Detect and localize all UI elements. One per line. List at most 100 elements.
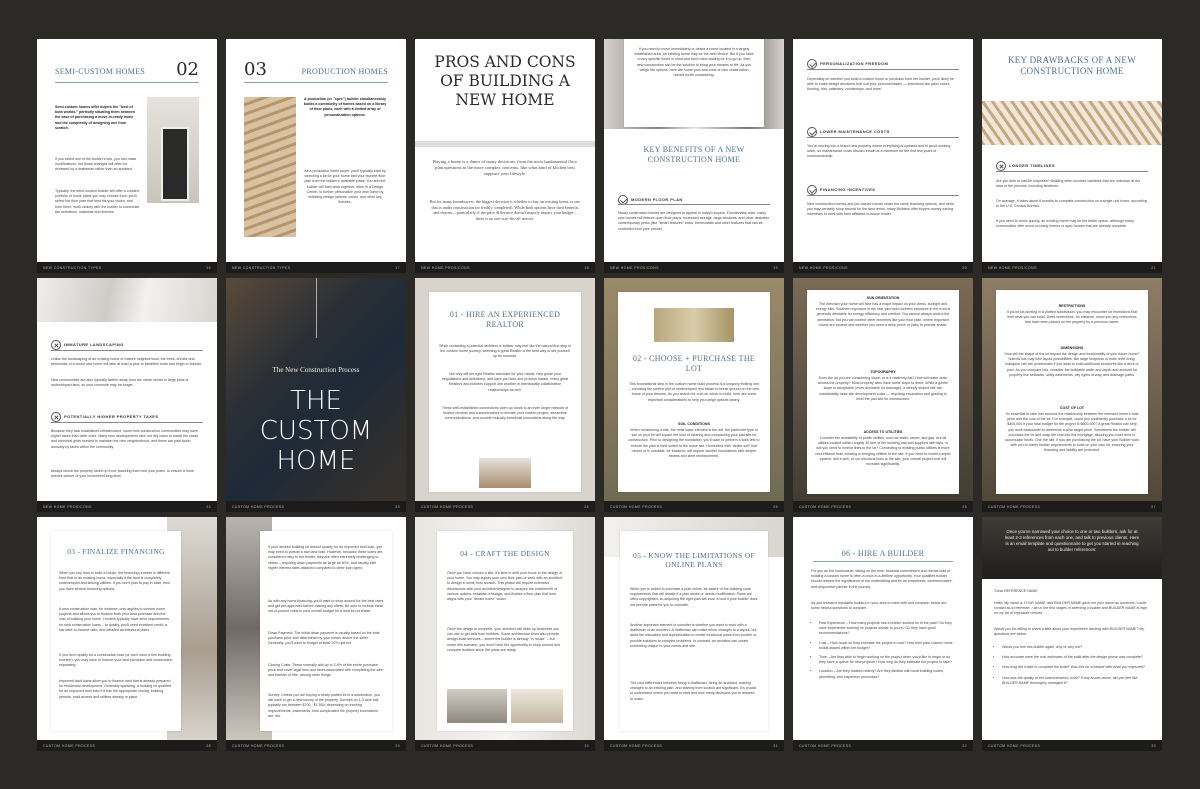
page-production-homes[interactable]: 03 PRODUCTION HOMES A production (or "sp… <box>226 39 406 273</box>
page-footer: CUSTOM HOME PROCESS 25 <box>604 501 784 512</box>
header-photo <box>37 278 217 322</box>
body-text: If you don't qualify for a construction … <box>59 653 173 668</box>
divider <box>807 137 959 138</box>
email-body: Hello! My name is YOUR NAME, and BUILDER… <box>994 601 1148 616</box>
divider <box>807 69 959 70</box>
body-text: Depending on whether you build a custom … <box>807 77 954 92</box>
benefit-heading: LOWER MAINTENANCE COSTS <box>807 123 890 141</box>
page-footer: NEW HOME PROS/CONS 19 <box>604 262 784 273</box>
body-text: If you're lot-hunting in a platted subdi… <box>1006 310 1138 325</box>
body-text: Improved land loans allow you to finance… <box>59 679 172 699</box>
page-footer: NEW HOME PROS/CONS 22 <box>37 501 217 512</box>
page-semi-custom-homes[interactable]: SEMI-CUSTOM HOMES 02 Semi-custom homes o… <box>37 39 217 273</box>
body-text: As a production home buyer, you'll typic… <box>304 169 386 205</box>
body-text: Once you have chosen a site, it's time t… <box>447 571 563 602</box>
page-benefits-cont[interactable]: PERSONALIZATION FREEDOM Depending on whe… <box>793 39 973 273</box>
check-icon <box>807 184 817 195</box>
page-custom-home-cover[interactable]: The New Construction Process THE CUSTOM … <box>226 278 406 512</box>
drawback-heading: IMMATURE LANDSCAPING <box>51 336 124 354</box>
body-text: For you as the homeowner, taking on the … <box>811 569 953 589</box>
page-pros-and-cons[interactable]: PROS AND CONS OF BUILDING A NEW HOME Buy… <box>415 39 595 273</box>
body-text: If you select one of the builder's lots,… <box>55 157 137 172</box>
x-icon <box>996 160 1006 171</box>
body-text: If your desired building lot doesn't qua… <box>268 545 383 570</box>
page-footer: CUSTOM HOME PROCESS 32 <box>793 740 973 751</box>
divider <box>618 204 770 205</box>
page-key-benefits[interactable]: If you need to move immediately or desir… <box>604 39 784 273</box>
page-purchase-lot[interactable]: 02 - CHOOSE + PURCHASE THE LOT This foun… <box>604 278 784 512</box>
body-text: Unlike the landscaping of an existing ho… <box>51 357 203 367</box>
body-text: The direction your home will face has a … <box>815 302 951 327</box>
page-footer: NEW HOME PROS/CONS 18 <box>415 262 595 273</box>
divider <box>244 82 388 83</box>
list-item: Past Experience – How many projects has … <box>819 621 955 637</box>
body-text: Closing Costs: These normally add up to … <box>268 663 384 678</box>
room-photo <box>511 689 563 723</box>
page-drawbacks-cont[interactable]: IMMATURE LANDSCAPING Unlike the landscap… <box>37 278 217 512</box>
content-card: SUN ORIENTATION The direction your home … <box>807 290 959 494</box>
page-footer: CUSTOM HOME PROCESS 26 <box>793 501 973 512</box>
cover-title: THE CUSTOM HOME <box>259 386 373 476</box>
sub-heading: RESTRICTIONS <box>1058 304 1086 308</box>
body-text: Not only will the right Realtor advocate… <box>441 372 569 392</box>
page-title: PRODUCTION HOMES <box>301 67 388 76</box>
page-footer: CUSTOM HOME PROCESS 27 <box>982 501 1162 512</box>
divider <box>996 171 1148 172</box>
page-footer: CUSTOM HOME PROCESS 33 <box>982 740 1162 751</box>
list-item: How long did it take to complete the bui… <box>1002 665 1150 670</box>
page-footer: NEW HOME PROS/CONS 21 <box>982 262 1162 273</box>
intro-text: Once you've narrowed your choice to one … <box>1004 529 1140 552</box>
divider <box>51 422 203 423</box>
page-hire-builder[interactable]: 06 - HIRE A BUILDER For you as the homeo… <box>793 517 973 751</box>
page-online-plans[interactable]: 05 - KNOW THE LIMITATIONS OF ONLINE PLAN… <box>604 517 784 751</box>
body-text: Down Payment: The initial down payment i… <box>268 631 380 646</box>
body-text: A new construction loan, for instance, o… <box>59 607 170 632</box>
question-list: Would you hire this builder again, why o… <box>994 645 1150 686</box>
page-title: KEY BENEFITS OF A NEW CONSTRUCTION HOME <box>643 145 745 164</box>
page-finalize-financing[interactable]: 03 - FINALIZE FINANCING When you buy lan… <box>37 517 217 751</box>
page-craft-design[interactable]: 04 - CRAFT THE DESIGN Once you have chos… <box>415 517 595 751</box>
x-icon <box>51 339 61 350</box>
intro-text: Buying a home is a dance of many decisio… <box>432 159 578 176</box>
page-number-heading: 03 <box>244 59 267 80</box>
list-item: Would you hire this builder again, why o… <box>1002 645 1150 650</box>
content-card: If your desired building lot doesn't qua… <box>260 531 392 731</box>
sub-heading: TOPOGRAPHY <box>870 370 896 374</box>
section-title: 02 - CHOOSE + PURCHASE THE LOT <box>632 354 756 373</box>
page-builder-references[interactable]: Once you've narrowed your choice to one … <box>982 517 1162 751</box>
body-text: When you're asked to purchase a plan onl… <box>630 587 758 607</box>
benefit-heading: PERSONALIZATION FREEDOM <box>807 55 888 73</box>
divider <box>51 350 203 351</box>
body-text: As with any home financing, you'll want … <box>268 599 384 614</box>
page-title: PROS AND CONS OF BUILDING A NEW HOME <box>434 53 576 109</box>
body-text: New construction homes and pre-owned hom… <box>807 202 955 217</box>
drawback-heading: POTENTIALLY HIGHER PROPERTY TAXES <box>51 408 158 426</box>
list-item: How was the quality of the subcontractor… <box>1002 676 1150 686</box>
framing-photo <box>982 101 1162 145</box>
check-icon <box>807 126 817 137</box>
page-footer: CUSTOM HOME PROCESS 24 <box>415 501 595 512</box>
sub-heading: SUN ORIENTATION <box>866 296 900 300</box>
sub-heading: DIMENSIONS <box>1060 346 1084 350</box>
body-text: Always check the property taxes up front… <box>51 469 195 479</box>
body-text: Newly constructed homes are designed to … <box>618 211 770 231</box>
section-title: 06 - HIRE A BUILDER <box>841 549 925 558</box>
body-text: But for many homebuyers, the biggest dec… <box>429 199 581 221</box>
intro-card: If you need to move immediately or desir… <box>624 39 764 127</box>
content-card: 03 - FINALIZE FINANCING When you buy lan… <box>51 531 181 731</box>
benefit-heading: MODERN FLOOR PLAN <box>618 191 683 209</box>
page-lot-considerations[interactable]: SUN ORIENTATION The direction your home … <box>793 278 973 512</box>
page-hire-realtor[interactable]: 01 - HIRE AN EXPERIENCED REALTOR While c… <box>415 278 595 512</box>
page-lot-restrictions[interactable]: RESTRICTIONS If you're lot-hunting in a … <box>982 278 1162 512</box>
sub-heading: COST OF LOT <box>1059 406 1085 410</box>
page-footer: CUSTOM HOME PROCESS 31 <box>604 740 784 751</box>
body-text: On average, it takes about 8 months to c… <box>996 199 1147 209</box>
page-key-drawbacks[interactable]: KEY DRAWBACKS OF A NEW CONSTRUCTION HOME… <box>982 39 1162 273</box>
staircase-photo <box>244 97 296 237</box>
page-financing-costs[interactable]: If your desired building lot doesn't qua… <box>226 517 406 751</box>
sub-heading: SOIL CONDITIONS <box>678 422 710 426</box>
lead-text: A production (or "spec") builder simulta… <box>303 97 387 117</box>
body-text: Consider the availability of public util… <box>815 436 951 467</box>
body-text: When considering a site, the most basic … <box>628 428 760 459</box>
question-list: Past Experience – How many projects has … <box>811 621 955 680</box>
